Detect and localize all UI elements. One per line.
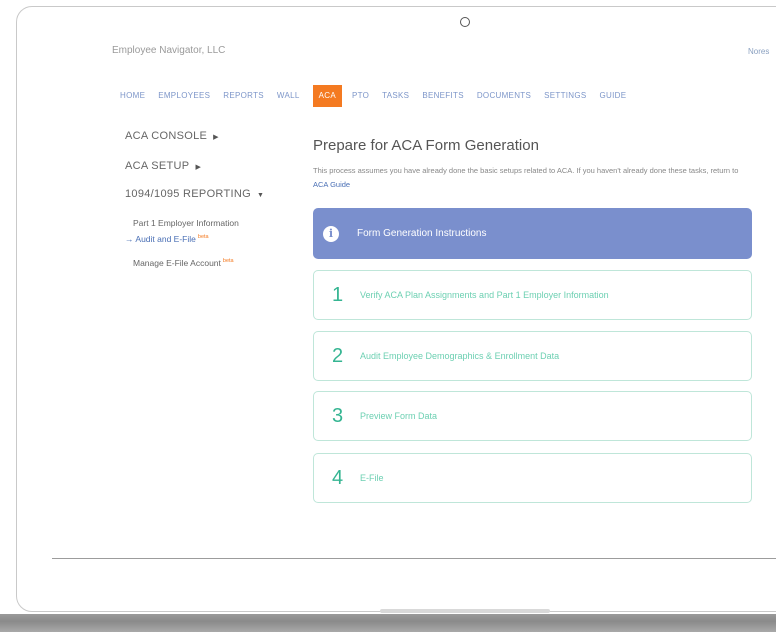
sidebar-aca-setup[interactable]: ACA SETUP ▶ bbox=[125, 160, 201, 172]
nav-item-guide[interactable]: GUIDE bbox=[600, 85, 627, 107]
aca-guide-link[interactable]: ACA Guide bbox=[313, 180, 350, 189]
step-2-audit-demographics[interactable]: 2 Audit Employee Demographics & Enrollme… bbox=[313, 331, 752, 381]
form-generation-instructions-banner[interactable]: i Form Generation Instructions bbox=[313, 208, 752, 259]
user-name[interactable]: Nores bbox=[748, 47, 769, 56]
laptop-hinge bbox=[380, 609, 550, 613]
sidebar-item-label: Manage E-File Account bbox=[133, 258, 221, 268]
step-label: Audit Employee Demographics & Enrollment… bbox=[360, 351, 560, 361]
sidebar-aca-console[interactable]: ACA CONSOLE ▶ bbox=[125, 130, 219, 142]
banner-label: Form Generation Instructions bbox=[357, 228, 487, 239]
caret-down-icon: ▼ bbox=[256, 192, 265, 199]
nav-item-reports[interactable]: REPORTS bbox=[223, 85, 264, 107]
nav-item-employees[interactable]: EMPLOYEES bbox=[158, 85, 210, 107]
sidebar-item-audit-efile[interactable]: → Audit and E-File beta bbox=[125, 234, 209, 244]
step-label: E-File bbox=[360, 473, 384, 483]
intro-body: This process assumes you have already do… bbox=[313, 166, 739, 175]
sidebar-item-part1[interactable]: Part 1 Employer Information bbox=[133, 218, 239, 228]
step-label: Verify ACA Plan Assignments and Part 1 E… bbox=[360, 290, 609, 300]
screen-bottom-edge bbox=[52, 558, 776, 559]
step-label: Preview Form Data bbox=[360, 411, 438, 421]
nav-item-home[interactable]: HOME bbox=[120, 85, 145, 107]
step-number: 3 bbox=[332, 404, 344, 427]
step-3-preview-form[interactable]: 3 Preview Form Data bbox=[313, 391, 752, 441]
top-nav: HOME EMPLOYEES REPORTS WALL ACA PTO TASK… bbox=[120, 85, 639, 107]
step-4-efile[interactable]: 4 E-File bbox=[313, 453, 752, 503]
nav-item-settings[interactable]: SETTINGS bbox=[544, 85, 586, 107]
step-number: 1 bbox=[332, 283, 344, 306]
nav-item-aca[interactable]: ACA bbox=[312, 85, 342, 107]
laptop-base bbox=[0, 614, 776, 632]
nav-item-wall[interactable]: WALL bbox=[277, 85, 300, 107]
caret-right-icon: ▶ bbox=[213, 134, 219, 141]
nav-item-benefits[interactable]: BENEFITS bbox=[422, 85, 464, 107]
nav-item-pto[interactable]: PTO bbox=[352, 85, 369, 107]
beta-badge: beta bbox=[222, 258, 234, 265]
sidebar-reporting-label: 1094/1095 REPORTING bbox=[125, 188, 251, 200]
nav-item-tasks[interactable]: TASKS bbox=[382, 85, 409, 107]
nav-item-documents[interactable]: DOCUMENTS bbox=[477, 85, 531, 107]
step-number: 2 bbox=[332, 344, 344, 367]
info-icon: i bbox=[323, 225, 339, 242]
sidebar-aca-console-label: ACA CONSOLE bbox=[125, 130, 208, 142]
camera-icon bbox=[460, 17, 470, 27]
sidebar-item-label: Audit and E-File bbox=[135, 234, 196, 244]
caret-right-icon: ▶ bbox=[195, 164, 202, 171]
sidebar-item-manage-efile[interactable]: Manage E-File Account beta bbox=[133, 258, 234, 268]
intro-text: This process assumes you have already do… bbox=[313, 164, 753, 192]
company-name: Employee Navigator, LLC bbox=[112, 45, 226, 56]
step-number: 4 bbox=[332, 466, 344, 489]
beta-badge: beta bbox=[197, 234, 209, 241]
sidebar-aca-setup-label: ACA SETUP bbox=[125, 160, 190, 172]
step-1-verify-aca[interactable]: 1 Verify ACA Plan Assignments and Part 1… bbox=[313, 270, 752, 320]
sidebar-reporting[interactable]: 1094/1095 REPORTING ▼ bbox=[125, 188, 264, 200]
page-title: Prepare for ACA Form Generation bbox=[313, 137, 539, 154]
arrow-right-icon: → bbox=[125, 234, 134, 244]
sidebar-item-label: Part 1 Employer Information bbox=[133, 218, 239, 228]
